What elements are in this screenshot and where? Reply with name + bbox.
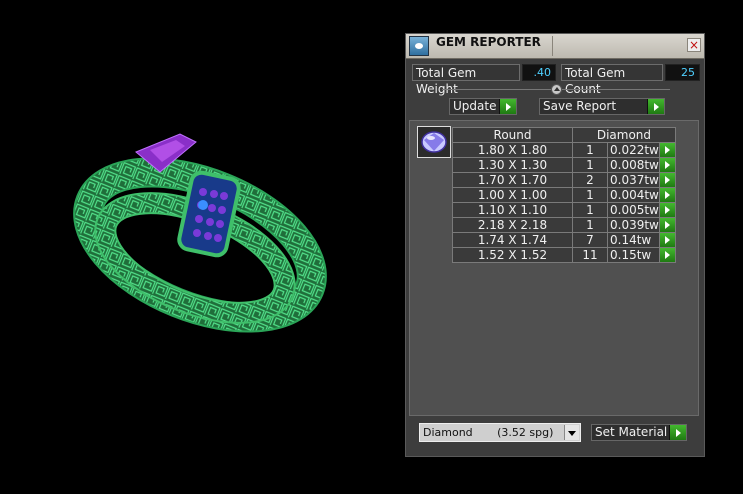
play-arrow-icon — [647, 99, 664, 114]
play-arrow-icon — [659, 143, 675, 157]
gem-reporter-icon — [409, 36, 429, 56]
gem-count: 2 — [572, 172, 608, 188]
play-arrow-icon — [659, 233, 675, 247]
gem-weight: 0.008tw — [607, 157, 660, 173]
set-material-button-label: Set Material — [595, 425, 668, 439]
table-row[interactable]: 1.10 X 1.10 1 0.005tw — [452, 202, 676, 218]
total-gem-count-label: Total Gem Count — [561, 64, 663, 96]
gem-count: 1 — [572, 157, 608, 173]
set-material-button[interactable]: Set Material — [591, 424, 687, 441]
table-row[interactable]: 1.30 X 1.30 1 0.008tw — [452, 157, 676, 173]
row-go-button[interactable] — [658, 142, 676, 158]
gem-weight: 0.15tw — [607, 247, 660, 263]
total-gem-weight-label: Total Gem Weight — [412, 64, 520, 96]
gem-list-area[interactable]: Round Diamond 1.80 X 1.80 1 0.022tw 1.30… — [409, 120, 699, 416]
total-gem-count-value: 25 — [665, 64, 700, 81]
table-row[interactable]: 2.18 X 2.18 1 0.039tw — [452, 217, 676, 233]
row-go-button[interactable] — [658, 172, 676, 188]
gem-count: 1 — [572, 202, 608, 218]
gem-count: 1 — [572, 217, 608, 233]
gem-size: 1.74 X 1.74 — [452, 232, 573, 248]
column-header-diamond: Diamond — [572, 127, 676, 143]
gem-count: 1 — [572, 187, 608, 203]
gem-count: 7 — [572, 232, 608, 248]
column-header-round: Round — [452, 127, 573, 143]
panel-title: GEM REPORTER — [436, 35, 541, 49]
gem-weight: 0.14tw — [607, 232, 660, 248]
save-report-button[interactable]: Save Report — [539, 98, 665, 115]
gem-size: 1.30 X 1.30 — [452, 157, 573, 173]
table-row[interactable]: 1.00 X 1.00 1 0.004tw — [452, 187, 676, 203]
gem-weight: 0.022tw — [607, 142, 660, 158]
ring-model — [73, 133, 327, 333]
gem-reporter-panel: GEM REPORTER × Total Gem Weight .40 Tota… — [405, 33, 705, 457]
gem-size: 1.80 X 1.80 — [452, 142, 573, 158]
gem-weight: 0.004tw — [607, 187, 660, 203]
play-arrow-icon — [669, 425, 686, 440]
play-arrow-icon — [659, 248, 675, 262]
title-bar[interactable]: GEM REPORTER × — [406, 34, 704, 59]
gem-size: 1.00 X 1.00 — [452, 187, 573, 203]
title-separator — [552, 36, 553, 56]
play-arrow-icon — [659, 173, 675, 187]
chevron-down-icon[interactable] — [564, 425, 579, 440]
row-go-button[interactable] — [658, 187, 676, 203]
gem-size: 2.18 X 2.18 — [452, 217, 573, 233]
row-go-button[interactable] — [658, 247, 676, 263]
table-row[interactable]: 1.70 X 1.70 2 0.037tw — [452, 172, 676, 188]
round-diamond-thumbnail[interactable] — [417, 126, 451, 158]
row-go-button[interactable] — [658, 217, 676, 233]
total-gem-weight-value: .40 — [522, 64, 556, 81]
gem-weight: 0.005tw — [607, 202, 660, 218]
table-row[interactable]: 1.74 X 1.74 7 0.14tw — [452, 232, 676, 248]
diamond-icon — [421, 131, 447, 153]
gem-size: 1.52 X 1.52 — [452, 247, 573, 263]
save-report-button-label: Save Report — [543, 99, 617, 113]
table-row[interactable]: 1.80 X 1.80 1 0.022tw — [452, 142, 676, 158]
play-arrow-icon — [659, 203, 675, 217]
3d-viewport[interactable] — [0, 0, 400, 491]
play-arrow-icon — [499, 99, 516, 114]
gem-weight: 0.037tw — [607, 172, 660, 188]
table-row[interactable]: 1.52 X 1.52 11 0.15tw — [452, 247, 676, 263]
row-go-button[interactable] — [658, 157, 676, 173]
table-header-row: Round Diamond — [452, 127, 676, 143]
gem-table: Round Diamond 1.80 X 1.80 1 0.022tw 1.30… — [452, 127, 676, 263]
update-button-label: Update — [453, 99, 497, 113]
update-button[interactable]: Update — [449, 98, 517, 115]
play-arrow-icon — [659, 188, 675, 202]
close-button[interactable]: × — [687, 38, 701, 52]
gem-size: 1.70 X 1.70 — [452, 172, 573, 188]
play-arrow-icon — [659, 218, 675, 232]
gem-size: 1.10 X 1.10 — [452, 202, 573, 218]
row-go-button[interactable] — [658, 202, 676, 218]
material-select[interactable]: Diamond (3.52 spg) — [419, 423, 581, 442]
play-arrow-icon — [659, 158, 675, 172]
gem-count: 1 — [572, 142, 608, 158]
gem-count: 11 — [572, 247, 608, 263]
gem-weight: 0.039tw — [607, 217, 660, 233]
collapse-toggle-icon[interactable] — [551, 84, 562, 95]
row-go-button[interactable] — [658, 232, 676, 248]
material-select-value: Diamond (3.52 spg) — [423, 426, 554, 439]
